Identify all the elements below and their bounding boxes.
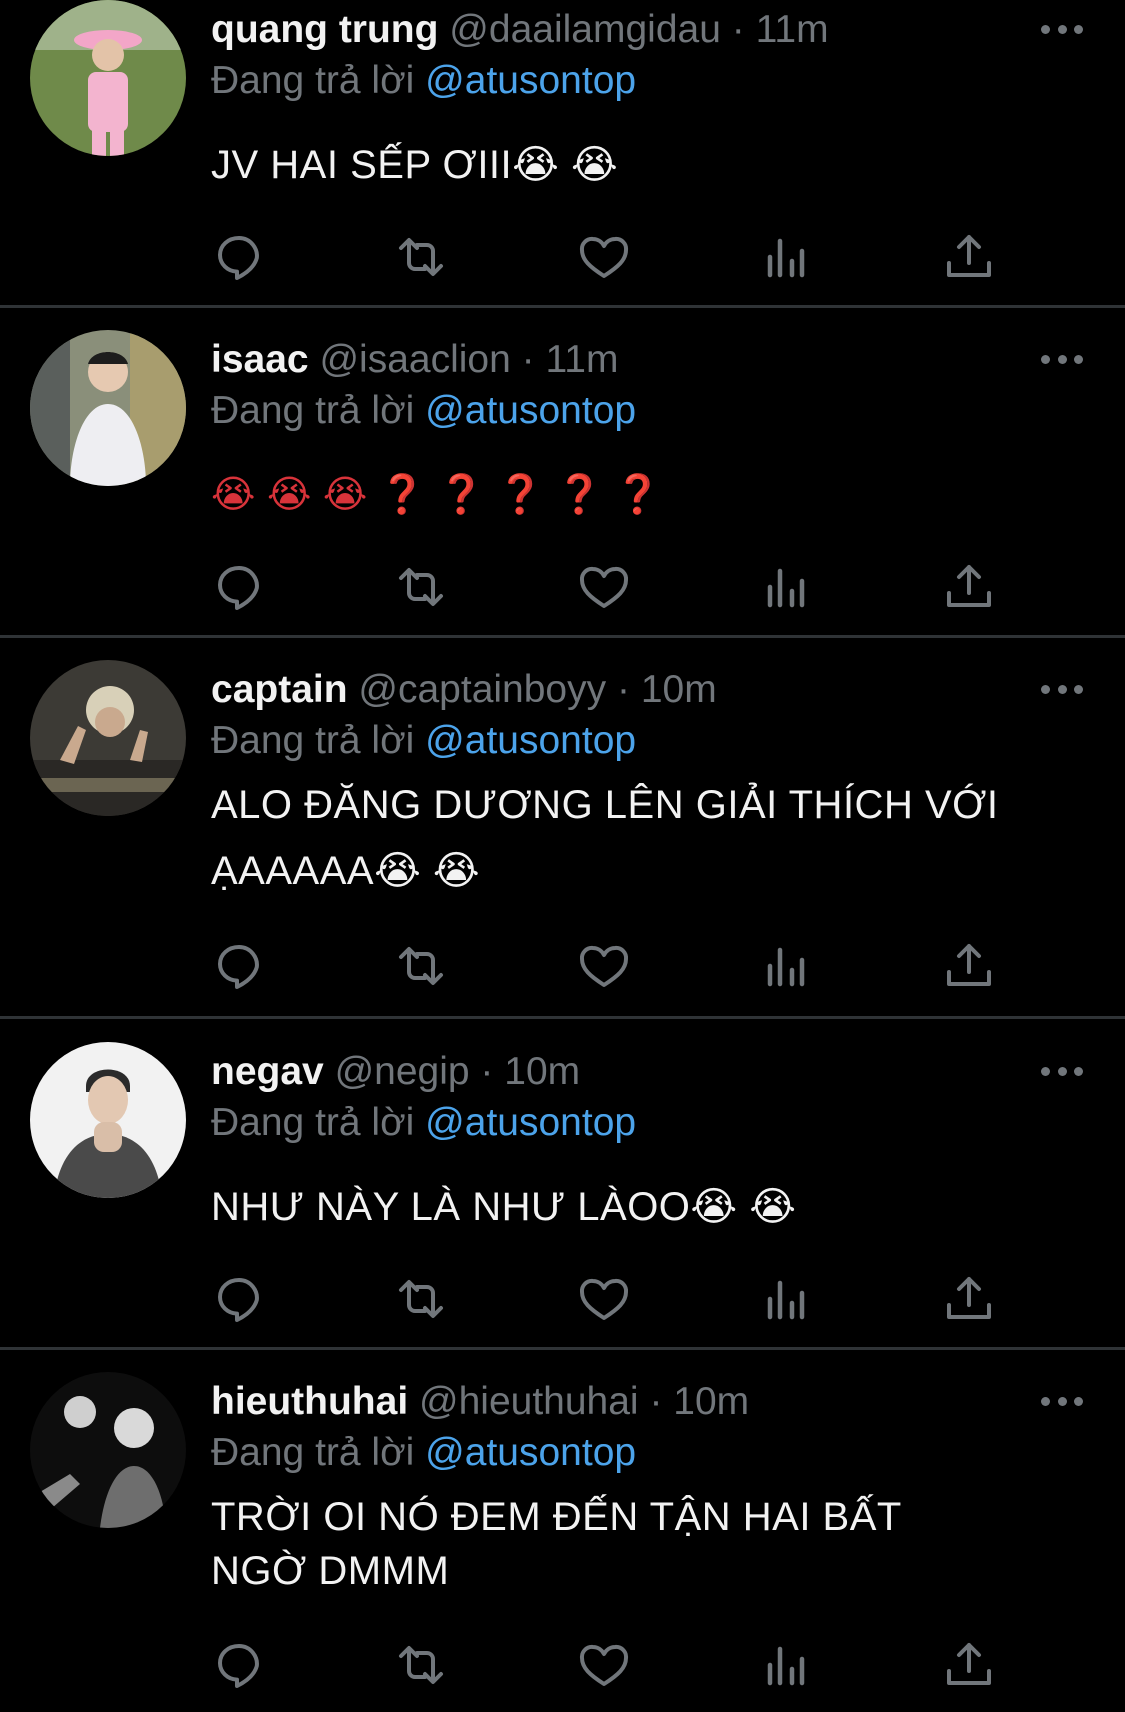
replying-to-label: Đang trả lời bbox=[211, 1431, 415, 1474]
handle[interactable]: @captainboyy bbox=[358, 668, 606, 711]
tweet[interactable]: isaac @isaaclion · 11m Đang trả lời @atu… bbox=[0, 330, 1125, 636]
views-icon[interactable] bbox=[758, 938, 814, 994]
more-icon[interactable] bbox=[1041, 1394, 1083, 1408]
divider bbox=[0, 1016, 1125, 1019]
separator: · bbox=[616, 668, 630, 711]
tweet-header: isaac @isaaclion · 11m bbox=[211, 330, 1005, 390]
reply-icon[interactable] bbox=[211, 229, 267, 285]
mention-link[interactable]: @atusontop bbox=[425, 1431, 636, 1474]
more-icon[interactable] bbox=[1041, 682, 1083, 696]
tweet[interactable]: hieuthuhai @hieuthuhai · 10m Đang trả lờ… bbox=[0, 1372, 1125, 1712]
replying-to: Đang trả lời @atusontop bbox=[211, 713, 636, 769]
timestamp[interactable]: 10m bbox=[673, 1380, 749, 1423]
retweet-icon[interactable] bbox=[393, 938, 449, 994]
tweet[interactable]: captain @captainboyy · 10m Đang trả lời … bbox=[0, 660, 1125, 1020]
avatar[interactable] bbox=[30, 1042, 186, 1198]
separator: · bbox=[480, 1050, 494, 1093]
replying-to: Đang trả lời @atusontop bbox=[211, 1095, 636, 1151]
like-icon[interactable] bbox=[576, 1637, 632, 1693]
tweet-text: JV HAI SẾP ƠIII😭 😭 bbox=[211, 143, 619, 187]
avatar[interactable] bbox=[30, 330, 186, 486]
views-icon[interactable] bbox=[758, 1637, 814, 1693]
share-icon[interactable] bbox=[941, 1271, 997, 1327]
reply-icon[interactable] bbox=[211, 559, 267, 615]
mention-link[interactable]: @atusontop bbox=[425, 1101, 636, 1144]
like-icon[interactable] bbox=[576, 938, 632, 994]
display-name[interactable]: hieuthuhai bbox=[211, 1380, 408, 1423]
avatar[interactable] bbox=[30, 1372, 186, 1528]
avatar[interactable] bbox=[30, 660, 186, 816]
separator: · bbox=[521, 338, 535, 381]
avatar[interactable] bbox=[30, 0, 186, 156]
retweet-icon[interactable] bbox=[393, 229, 449, 285]
tweet-header: hieuthuhai @hieuthuhai · 10m bbox=[211, 1372, 1005, 1432]
replying-to-label: Đang trả lời bbox=[211, 389, 415, 432]
timestamp[interactable]: 11m bbox=[545, 338, 618, 381]
display-name[interactable]: negav bbox=[211, 1050, 324, 1093]
timestamp[interactable]: 11m bbox=[756, 8, 829, 51]
separator: · bbox=[649, 1380, 663, 1423]
tweet-header: quang trung @daailamgidau · 11m bbox=[211, 0, 1005, 60]
action-bar bbox=[211, 1637, 1011, 1693]
separator: · bbox=[731, 8, 745, 51]
reply-icon[interactable] bbox=[211, 938, 267, 994]
divider bbox=[0, 305, 1125, 308]
reply-timeline: quang trung @daailamgidau · 11m Đang trả… bbox=[0, 0, 1125, 1712]
replying-to: Đang trả lời @atusontop bbox=[211, 53, 636, 109]
divider bbox=[0, 1347, 1125, 1350]
action-bar bbox=[211, 559, 1011, 615]
divider bbox=[0, 635, 1125, 638]
views-icon[interactable] bbox=[758, 1271, 814, 1327]
timestamp[interactable]: 10m bbox=[641, 668, 717, 711]
reply-icon[interactable] bbox=[211, 1637, 267, 1693]
tweet-text: 😭 😭 😭 ❓ ❓ ❓ ❓ ❓ bbox=[211, 474, 663, 516]
display-name[interactable]: captain bbox=[211, 668, 348, 711]
tweet-text: TRỜI OI NÓ ĐEM ĐẾN TẬN HAI BẤT NGỜ DMMM bbox=[211, 1495, 902, 1593]
reply-icon[interactable] bbox=[211, 1271, 267, 1327]
views-icon[interactable] bbox=[758, 229, 814, 285]
views-icon[interactable] bbox=[758, 559, 814, 615]
tweet[interactable]: negav @negip · 10m Đang trả lời @atusont… bbox=[0, 1042, 1125, 1348]
handle[interactable]: @isaaclion bbox=[319, 338, 510, 381]
tweet-text: NHƯ NÀY LÀ NHƯ LÀOO😭 😭 bbox=[211, 1185, 797, 1229]
handle[interactable]: @hieuthuhai bbox=[419, 1380, 639, 1423]
share-icon[interactable] bbox=[941, 559, 997, 615]
display-name[interactable]: isaac bbox=[211, 338, 309, 381]
replying-to-label: Đang trả lời bbox=[211, 1101, 415, 1144]
handle[interactable]: @negip bbox=[335, 1050, 470, 1093]
action-bar bbox=[211, 229, 1011, 285]
tweet[interactable]: quang trung @daailamgidau · 11m Đang trả… bbox=[0, 0, 1125, 306]
more-icon[interactable] bbox=[1041, 1064, 1083, 1078]
like-icon[interactable] bbox=[576, 559, 632, 615]
share-icon[interactable] bbox=[941, 938, 997, 994]
retweet-icon[interactable] bbox=[393, 1637, 449, 1693]
replying-to-label: Đang trả lời bbox=[211, 59, 415, 102]
mention-link[interactable]: @atusontop bbox=[425, 389, 636, 432]
replying-to-label: Đang trả lời bbox=[211, 719, 415, 762]
handle[interactable]: @daailamgidau bbox=[449, 8, 721, 51]
mention-link[interactable]: @atusontop bbox=[425, 59, 636, 102]
replying-to: Đang trả lời @atusontop bbox=[211, 383, 636, 439]
more-icon[interactable] bbox=[1041, 352, 1083, 366]
tweet-header: negav @negip · 10m bbox=[211, 1042, 1005, 1102]
tweet-text: ALO ĐĂNG DƯƠNG LÊN GIẢI THÍCH VỚI ẠAAAAA… bbox=[211, 783, 999, 893]
share-icon[interactable] bbox=[941, 229, 997, 285]
timestamp[interactable]: 10m bbox=[504, 1050, 580, 1093]
action-bar bbox=[211, 1271, 1011, 1327]
share-icon[interactable] bbox=[941, 1637, 997, 1693]
tweet-header: captain @captainboyy · 10m bbox=[211, 660, 1005, 720]
retweet-icon[interactable] bbox=[393, 559, 449, 615]
mention-link[interactable]: @atusontop bbox=[425, 719, 636, 762]
retweet-icon[interactable] bbox=[393, 1271, 449, 1327]
display-name[interactable]: quang trung bbox=[211, 8, 438, 51]
action-bar bbox=[211, 938, 1011, 994]
like-icon[interactable] bbox=[576, 1271, 632, 1327]
more-icon[interactable] bbox=[1041, 22, 1083, 36]
like-icon[interactable] bbox=[576, 229, 632, 285]
replying-to: Đang trả lời @atusontop bbox=[211, 1425, 636, 1481]
